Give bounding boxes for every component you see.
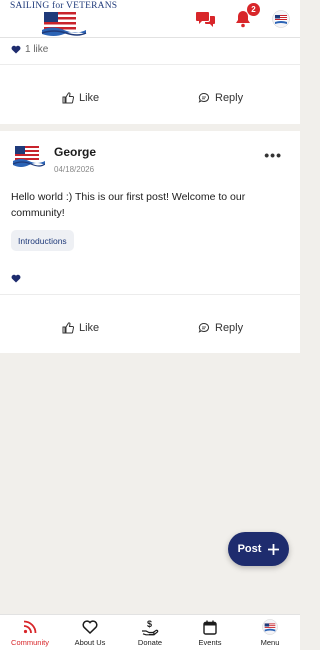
bottom-navigation: Community About Us $ Donate Events Menu: [0, 614, 300, 650]
app-header: SAILING for VETERANS 2: [0, 0, 300, 38]
avatar-icon: [262, 619, 278, 635]
reply-button[interactable]: Reply: [198, 92, 243, 104]
post-card: George 04/18/2026 ••• Hello world :) Thi…: [0, 131, 300, 353]
nav-community[interactable]: Community: [0, 615, 60, 650]
post-card: 1 like Like Reply: [0, 38, 300, 124]
nav-label: Events: [198, 638, 222, 647]
like-label: Like: [79, 92, 100, 104]
nav-donate[interactable]: $ Donate: [120, 615, 180, 650]
sailing-for-veterans-logo[interactable]: SAILING for VETERANS: [8, 0, 118, 38]
like-button[interactable]: Like: [62, 92, 99, 104]
divider: [0, 294, 300, 295]
post-button-label: Post: [237, 543, 262, 555]
like-button[interactable]: Like: [62, 322, 99, 334]
nav-label: About Us: [74, 638, 106, 647]
like-label: Like: [79, 322, 100, 334]
calendar-icon: [203, 620, 217, 635]
heart-outline-icon: [82, 620, 98, 634]
reply-button[interactable]: Reply: [198, 322, 243, 334]
flag-logo-icon: [41, 12, 87, 36]
reply-bubble-icon: [198, 92, 210, 103]
nav-about-us[interactable]: About Us: [60, 615, 120, 650]
divider: [0, 64, 300, 65]
post-body: Hello world :) This is our first post! W…: [11, 191, 246, 219]
more-options-icon[interactable]: •••: [264, 147, 282, 163]
thumbs-up-icon: [62, 322, 74, 334]
svg-text:$: $: [147, 619, 152, 629]
nav-label: Community: [11, 638, 49, 647]
messages-icon[interactable]: [195, 8, 217, 30]
author-name[interactable]: George: [54, 145, 96, 159]
reply-label: Reply: [215, 92, 244, 104]
notification-badge: 2: [247, 3, 260, 16]
reply-bubble-icon: [198, 322, 210, 333]
nav-label: Menu: [260, 638, 280, 647]
post-date: 04/18/2026: [54, 165, 95, 174]
notifications-bell-icon[interactable]: 2: [232, 3, 260, 30]
profile-avatar-icon[interactable]: [270, 8, 292, 30]
topic-tag[interactable]: Introductions: [11, 230, 74, 251]
rss-icon: [23, 620, 37, 634]
author-avatar-icon[interactable]: [11, 143, 45, 169]
heart-filled-icon[interactable]: [11, 274, 21, 283]
plus-icon: [268, 543, 280, 555]
nav-label: Donate: [137, 638, 163, 647]
like-count-text: 1 like: [25, 44, 49, 55]
nav-menu[interactable]: Menu: [240, 615, 300, 650]
donate-hand-icon: $: [142, 619, 159, 635]
heart-filled-icon: [11, 45, 21, 54]
like-count: 1 like: [11, 44, 48, 55]
nav-events[interactable]: Events: [180, 615, 240, 650]
reply-label: Reply: [215, 322, 244, 334]
thumbs-up-icon: [62, 92, 74, 104]
new-post-button[interactable]: Post: [228, 532, 289, 566]
